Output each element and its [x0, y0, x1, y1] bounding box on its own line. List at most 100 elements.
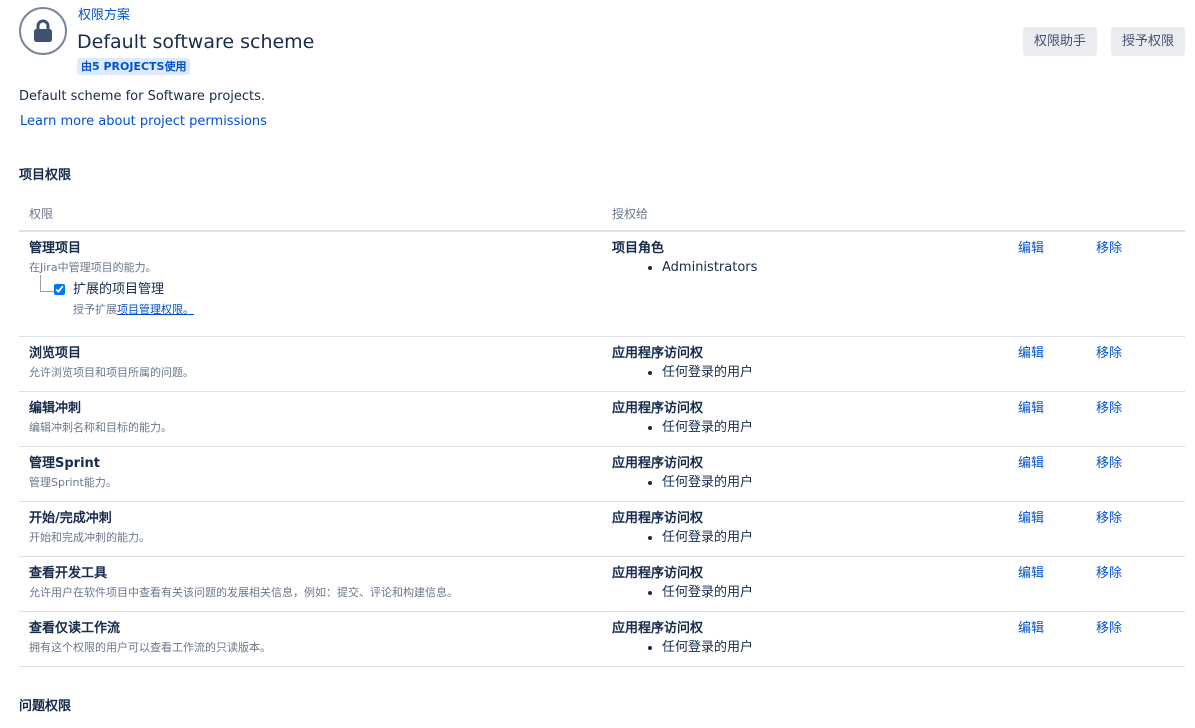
- tree-connector: [40, 275, 55, 292]
- section-heading-issue-permissions: 问题权限: [19, 699, 72, 714]
- grant-cell: 应用程序访问权 任何登录的用户: [602, 611, 1008, 667]
- permission-name: 编辑冲刺: [29, 400, 82, 416]
- edit-cell: 编辑: [1008, 501, 1086, 557]
- edit-link[interactable]: 编辑: [1018, 241, 1044, 256]
- table-row: 管理项目 在Jira中管理项目的能力。 扩展的项目管理 授予扩展项目管理权限。 …: [19, 231, 1185, 337]
- permission-name: 浏览项目: [29, 345, 82, 361]
- table-row: 管理Sprint 管理Sprint能力。 应用程序访问权 任何登录的用户 编辑 …: [19, 446, 1185, 502]
- grant-type: 应用程序访问权: [612, 345, 704, 361]
- remove-cell: 移除: [1086, 231, 1185, 337]
- edit-cell: 编辑: [1008, 446, 1086, 502]
- usage-badge[interactable]: 由5 PROJECTS使用: [77, 58, 191, 75]
- permissions-table: 权限 授权给 管理项目 在Jira中管理项目的能力。 扩展的项目管理 授予扩展项…: [19, 197, 1185, 667]
- permission-cell: 查看开发工具 允许用户在软件项目中查看有关该问题的发展相关信息，例如：提交、评论…: [19, 556, 602, 612]
- permission-description: 拥有这个权限的用户可以查看工作流的只读版本。: [29, 640, 271, 654]
- permission-description: 在Jira中管理项目的能力。: [29, 261, 157, 274]
- edit-cell: 编辑: [1008, 336, 1086, 392]
- permission-cell: 开始/完成冲刺 开始和完成冲刺的能力。: [19, 501, 602, 557]
- grantee: 任何登录的用户: [662, 475, 1008, 491]
- permission-description: 管理Sprint能力。: [29, 475, 117, 489]
- permission-name: 查看开发工具: [29, 565, 108, 581]
- grant-type: 应用程序访问权: [612, 400, 704, 416]
- remove-link[interactable]: 移除: [1096, 621, 1122, 636]
- remove-cell: 移除: [1086, 446, 1185, 502]
- scheme-avatar: [19, 7, 67, 55]
- edit-link[interactable]: 编辑: [1018, 456, 1044, 471]
- grant-cell: 应用程序访问权 任何登录的用户: [602, 446, 1008, 502]
- edit-link[interactable]: 编辑: [1018, 566, 1044, 581]
- grantee: Administrators: [662, 260, 1008, 276]
- remove-link[interactable]: 移除: [1096, 401, 1122, 416]
- extended-permission-label: 扩展的项目管理: [73, 282, 165, 297]
- remove-cell: 移除: [1086, 611, 1185, 667]
- column-header-remove: [1086, 197, 1185, 232]
- permission-cell: 浏览项目 允许浏览项目和项目所属的问题。: [19, 336, 602, 392]
- breadcrumb-permission-schemes[interactable]: 权限方案: [78, 7, 130, 25]
- learn-more-link[interactable]: Learn more about project permissions: [20, 113, 267, 131]
- grant-type: 项目角色: [612, 241, 665, 256]
- grantee: 任何登录的用户: [662, 365, 1008, 381]
- edit-cell: 编辑: [1008, 556, 1086, 612]
- remove-cell: 移除: [1086, 501, 1185, 557]
- grant-type: 应用程序访问权: [612, 565, 704, 581]
- permission-cell: 查看仅读工作流 拥有这个权限的用户可以查看工作流的只读版本。: [19, 611, 602, 667]
- page-title: Default software scheme: [77, 31, 315, 53]
- grant-type: 应用程序访问权: [612, 620, 704, 636]
- edit-cell: 编辑: [1008, 391, 1086, 447]
- extended-project-admin-checkbox[interactable]: [54, 284, 65, 295]
- grant-cell: 应用程序访问权 任何登录的用户: [602, 501, 1008, 557]
- edit-cell: 编辑: [1008, 231, 1086, 337]
- permission-description: 开始和完成冲刺的能力。: [29, 530, 150, 544]
- grant-type: 应用程序访问权: [612, 455, 704, 471]
- permission-name: 查看仅读工作流: [29, 620, 121, 636]
- edit-cell: 编辑: [1008, 611, 1086, 667]
- remove-cell: 移除: [1086, 336, 1185, 392]
- table-row: 查看开发工具 允许用户在软件项目中查看有关该问题的发展相关信息，例如：提交、评论…: [19, 556, 1185, 612]
- extended-desc-link[interactable]: 项目管理权限。: [117, 303, 194, 316]
- remove-link[interactable]: 移除: [1096, 566, 1122, 581]
- remove-link[interactable]: 移除: [1096, 511, 1122, 526]
- table-row: 查看仅读工作流 拥有这个权限的用户可以查看工作流的只读版本。 应用程序访问权 任…: [19, 611, 1185, 667]
- grantee: 任何登录的用户: [662, 585, 1008, 601]
- grantee: 任何登录的用户: [662, 640, 1008, 656]
- permission-cell: 管理Sprint 管理Sprint能力。: [19, 446, 602, 502]
- lock-icon: [34, 19, 52, 42]
- section-heading-project-permissions: 项目权限: [19, 168, 72, 183]
- table-row: 开始/完成冲刺 开始和完成冲刺的能力。 应用程序访问权 任何登录的用户 编辑 移…: [19, 501, 1185, 557]
- remove-link[interactable]: 移除: [1096, 241, 1122, 256]
- grant-cell: 应用程序访问权 任何登录的用户: [602, 391, 1008, 447]
- edit-link[interactable]: 编辑: [1018, 346, 1044, 361]
- permission-description: 编辑冲刺名称和目标的能力。: [29, 420, 172, 434]
- permission-name: 管理项目: [29, 241, 82, 256]
- column-header-edit: [1008, 197, 1086, 232]
- remove-link[interactable]: 移除: [1096, 456, 1122, 471]
- edit-link[interactable]: 编辑: [1018, 511, 1044, 526]
- edit-link[interactable]: 编辑: [1018, 621, 1044, 636]
- edit-link[interactable]: 编辑: [1018, 401, 1044, 416]
- permission-name: 开始/完成冲刺: [29, 510, 112, 526]
- grant-type: 应用程序访问权: [612, 510, 704, 526]
- grant-cell: 项目角色 Administrators: [602, 231, 1008, 337]
- column-header-granted-to: 授权给: [602, 197, 1008, 232]
- permission-cell: 编辑冲刺 编辑冲刺名称和目标的能力。: [19, 391, 602, 447]
- permission-name: 管理Sprint: [29, 455, 101, 471]
- table-row: 浏览项目 允许浏览项目和项目所属的问题。 应用程序访问权 任何登录的用户 编辑 …: [19, 336, 1185, 392]
- permission-description: 允许浏览项目和项目所属的问题。: [29, 365, 194, 379]
- permission-helper-button[interactable]: 权限助手: [1022, 27, 1097, 56]
- grant-cell: 应用程序访问权 任何登录的用户: [602, 556, 1008, 612]
- scheme-description: Default scheme for Software projects.: [19, 89, 266, 104]
- grant-cell: 应用程序访问权 任何登录的用户: [602, 336, 1008, 392]
- column-header-permission: 权限: [19, 197, 602, 232]
- table-header-row: 权限 授权给: [19, 197, 1185, 232]
- grantee: 任何登录的用户: [662, 420, 1008, 436]
- remove-link[interactable]: 移除: [1096, 346, 1122, 361]
- extended-permission-description: 授予扩展项目管理权限。: [73, 302, 602, 318]
- remove-cell: 移除: [1086, 391, 1185, 447]
- permission-description: 允许用户在软件项目中查看有关该问题的发展相关信息，例如：提交、评论和构建信息。: [29, 585, 458, 599]
- extended-permission: 扩展的项目管理 授予扩展项目管理权限。: [29, 275, 602, 319]
- extended-desc-prefix: 授予扩展: [73, 303, 117, 316]
- grant-permission-button[interactable]: 授予权限: [1110, 27, 1185, 56]
- remove-cell: 移除: [1086, 556, 1185, 612]
- table-row: 编辑冲刺 编辑冲刺名称和目标的能力。 应用程序访问权 任何登录的用户 编辑 移除: [19, 391, 1185, 447]
- grantee: 任何登录的用户: [662, 530, 1008, 546]
